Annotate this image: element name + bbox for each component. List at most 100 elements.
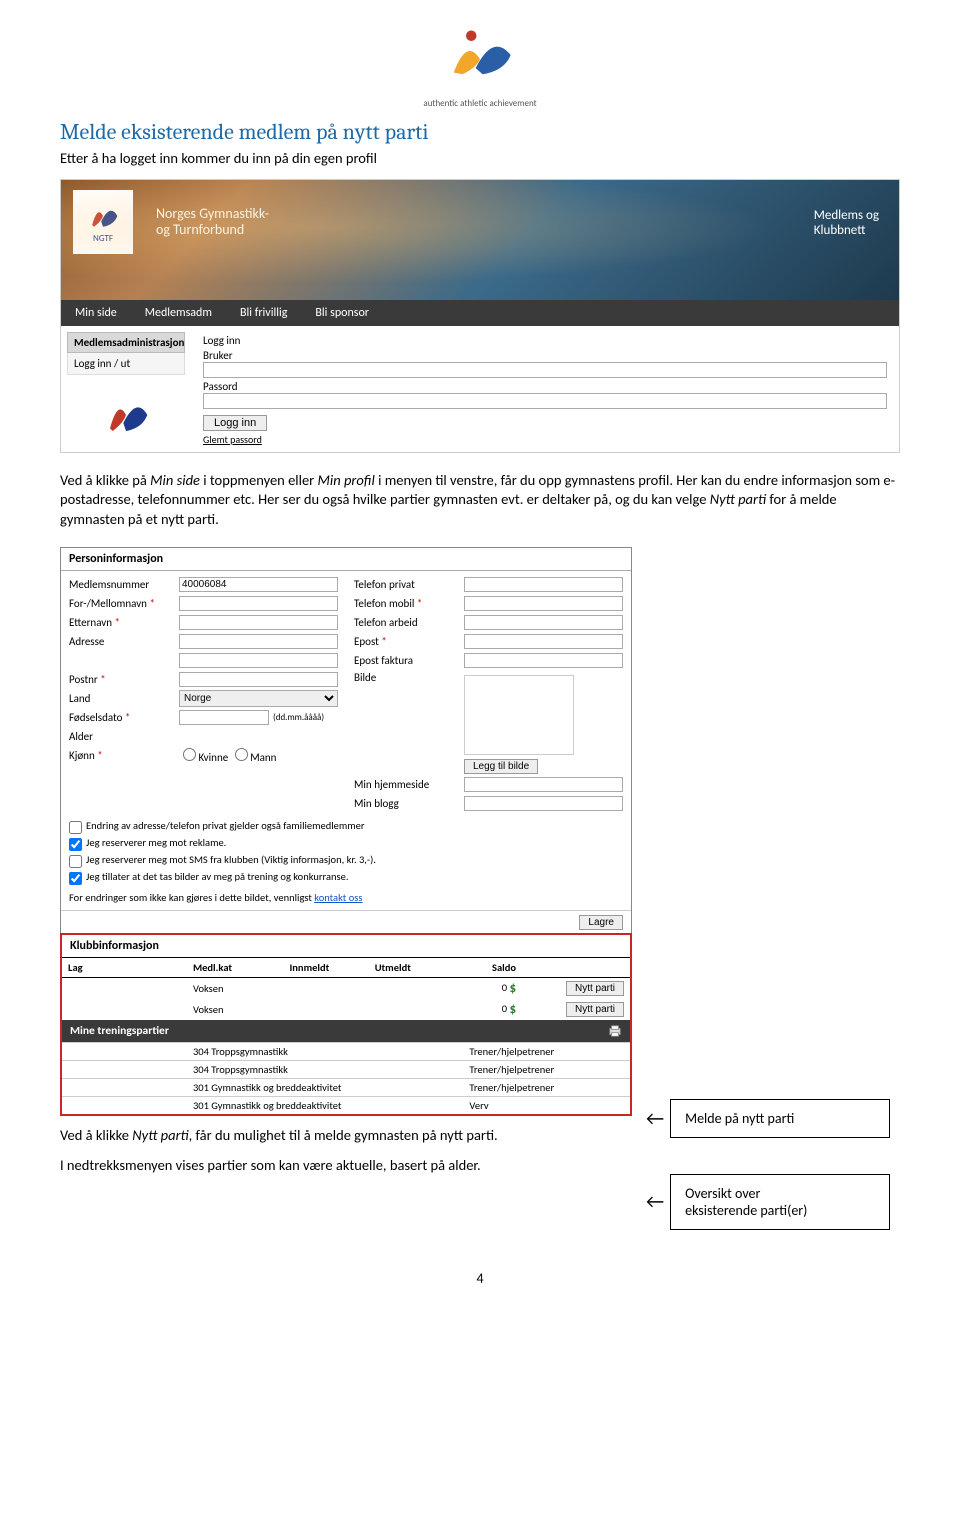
login-screenshot: NGTF Norges Gymnastikk- og Turnforbund M… — [60, 179, 900, 453]
medlemsnr-input — [179, 577, 338, 592]
callout-eksisterende: Oversikt over eksisterende parti(er) — [670, 1174, 890, 1230]
banner-right: Medlems og Klubbnett — [814, 208, 879, 238]
person-screenshot: Personinformasjon Medlemsnummer For-/Mel… — [60, 547, 632, 1116]
fdato-label: Fødselsdato * — [69, 711, 179, 724]
nav-min-side[interactable]: Min side — [75, 306, 117, 320]
ngtf-label: NGTF — [93, 233, 113, 244]
blogg-input[interactable] — [464, 796, 623, 811]
parti-row: 304 TroppsgymnastikkTrener/hjelpetrener — [62, 1061, 630, 1079]
alder-label: Alder — [69, 730, 179, 743]
person-right-col: Telefon privat Telefon mobil * Telefon a… — [346, 571, 631, 817]
klubb-header: Klubbinformasjon — [62, 935, 630, 957]
ngtf-badge: NGTF — [73, 190, 133, 254]
logo-icon — [425, 20, 535, 90]
nav-bli-sponsor[interactable]: Bli sponsor — [315, 306, 369, 320]
parti-row: 304 TroppsgymnastikkTrener/hjelpetrener — [62, 1043, 630, 1061]
klubb-row: Voksen 0 $ Nytt parti — [62, 999, 630, 1020]
tlfpriv-label: Telefon privat — [354, 578, 464, 591]
klubb-head-row: Lag Medl.kat Innmeldt Utmeldt Saldo — [62, 958, 630, 978]
adresse-label: Adresse — [69, 635, 179, 648]
etternavn-input[interactable] — [179, 615, 338, 630]
mann-radio[interactable] — [235, 748, 248, 761]
tlfmob-input[interactable] — [464, 596, 623, 611]
glemt-passord-link[interactable]: Glemt passord — [203, 433, 887, 446]
callouts-col: ← Melde på nytt parti ← Oversikt over ek… — [640, 539, 900, 1230]
side-logo-icon — [96, 391, 156, 439]
money-icon: $ — [509, 1002, 516, 1017]
epostfakt-label: Epost faktura — [354, 654, 464, 667]
passord-input[interactable] — [203, 393, 887, 409]
logg-inn-label: Logg inn — [203, 334, 887, 347]
personinfo-header: Personinformasjon — [61, 548, 631, 571]
land-select[interactable]: Norge — [179, 690, 338, 707]
change-note: For endringer som ikke kan gjøres i dett… — [69, 891, 623, 904]
blogg-label: Min blogg — [354, 797, 464, 810]
bilde-label: Bilde — [354, 671, 464, 684]
explain-para-2: Ved å klikke Nytt parti, får du mulighet… — [60, 1126, 632, 1146]
print-icon[interactable] — [608, 1024, 622, 1038]
person-left-col: Medlemsnummer For-/Mellomnavn * Etternav… — [61, 571, 346, 817]
callout-nytt-parti: Melde på nytt parti — [670, 1099, 890, 1138]
fdato-input[interactable] — [179, 710, 269, 725]
top-nav: Min side Medlemsadm Bli frivillig Bli sp… — [61, 300, 899, 326]
epost-label: Epost * — [354, 635, 464, 648]
banner-title: Norges Gymnastikk- og Turnforbund — [156, 206, 269, 240]
bilde-box — [464, 675, 574, 755]
nav-bli-frivillig[interactable]: Bli frivillig — [240, 306, 287, 320]
postnr-input[interactable] — [179, 672, 338, 687]
bruker-input[interactable] — [203, 362, 887, 378]
explain-para-3: I nedtrekksmenyen vises partier som kan … — [60, 1156, 632, 1176]
page-number: 4 — [60, 1270, 900, 1287]
kontakt-oss-link[interactable]: kontakt oss — [314, 891, 362, 904]
nav-medlemsadm[interactable]: Medlemsadm — [145, 306, 212, 320]
arrow-icon: ← — [646, 1192, 664, 1212]
bruker-label: Bruker — [203, 349, 887, 362]
fornavn-label: For-/Mellomnavn * — [69, 597, 179, 610]
banner: NGTF Norges Gymnastikk- og Turnforbund M… — [61, 180, 899, 300]
tlfmob-label: Telefon mobil * — [354, 597, 464, 610]
passord-label: Passord — [203, 380, 887, 393]
adresse2-input[interactable] — [179, 653, 338, 668]
side-logo — [67, 391, 185, 442]
adresse-input[interactable] — [179, 634, 338, 649]
legg-bilde-button[interactable]: Legg til bilde — [464, 759, 538, 774]
chk-adresse-familie[interactable] — [69, 821, 82, 834]
epostfakt-input[interactable] — [464, 653, 623, 668]
login-sidebar: Medlemsadministrasjon Logg inn / ut — [61, 326, 191, 452]
klubb-highlight-box: Klubbinformasjon Lag Medl.kat Innmeldt U… — [60, 933, 632, 1116]
money-icon: $ — [509, 981, 516, 996]
chk-reserv-sms[interactable] — [69, 855, 82, 868]
chk-reserv-reklame[interactable] — [69, 838, 82, 851]
lagre-button[interactable]: Lagre — [579, 915, 623, 930]
parti-row: 301 Gymnastikk og breddeaktivitetTrener/… — [62, 1079, 630, 1097]
intro-text: Etter å ha logget inn kommer du inn på d… — [60, 149, 900, 169]
klubb-row: Voksen 0 $ Nytt parti — [62, 978, 630, 1000]
ngtf-icon — [85, 199, 121, 233]
hjemmeside-input[interactable] — [464, 777, 623, 792]
tlfarb-input[interactable] — [464, 615, 623, 630]
side-login-link[interactable]: Logg inn / ut — [67, 353, 185, 375]
logg-inn-button[interactable]: Logg inn — [203, 415, 267, 431]
logo-caption: authentic athletic achievement — [60, 98, 900, 109]
hjemmeside-label: Min hjemmeside — [354, 778, 464, 791]
chk-tillat-bilder[interactable] — [69, 872, 82, 885]
postnr-label: Postnr * — [69, 673, 179, 686]
epost-input[interactable] — [464, 634, 623, 649]
fornavn-input[interactable] — [179, 596, 338, 611]
medlemsnr-label: Medlemsnummer — [69, 578, 179, 591]
klubb-table: Lag Medl.kat Innmeldt Utmeldt Saldo Voks… — [62, 957, 630, 1020]
tlfarb-label: Telefon arbeid — [354, 616, 464, 629]
explain-para-1: Ved å klikke på Min side i toppmenyen el… — [60, 471, 900, 530]
doc-logo — [60, 20, 900, 94]
mine-partier-header: Mine treningspartier — [62, 1020, 630, 1042]
login-form: Logg inn Bruker Passord Logg inn Glemt p… — [191, 326, 899, 452]
nytt-parti-button[interactable]: Nytt parti — [566, 1002, 624, 1017]
nytt-parti-button[interactable]: Nytt parti — [566, 981, 624, 996]
side-header: Medlemsadministrasjon — [67, 332, 185, 353]
doc-heading: Melde eksisterende medlem på nytt parti — [60, 119, 900, 145]
tlfpriv-input[interactable] — [464, 577, 623, 592]
land-label: Land — [69, 692, 179, 705]
etternavn-label: Etternavn * — [69, 616, 179, 629]
arrow-icon: ← — [646, 1109, 664, 1129]
kvinne-radio[interactable] — [183, 748, 196, 761]
